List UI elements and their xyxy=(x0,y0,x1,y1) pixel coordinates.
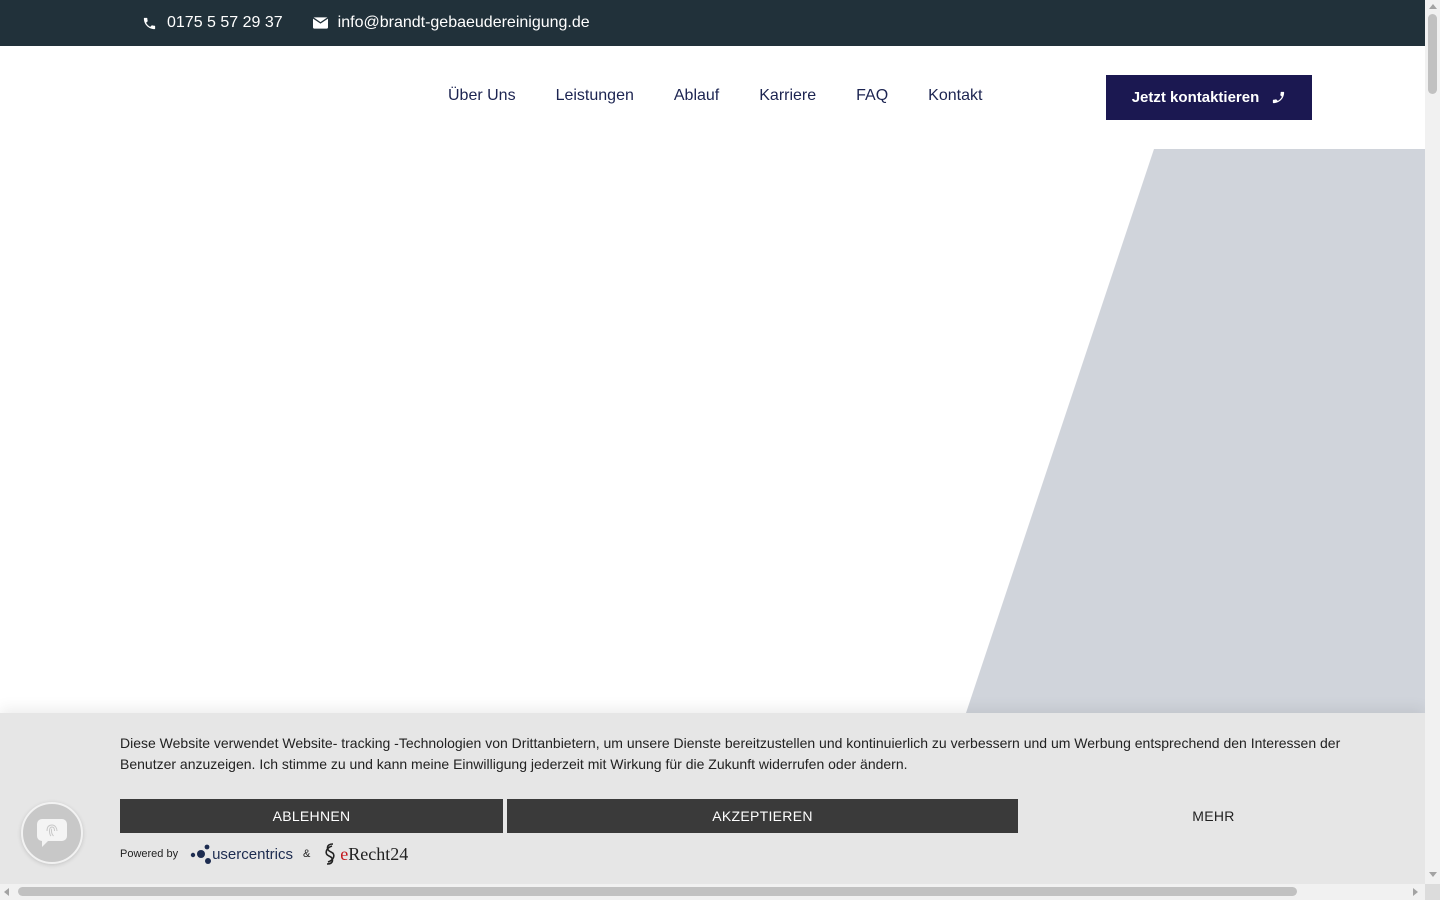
erecht24-logo[interactable]: e Recht24 xyxy=(320,842,408,866)
phone-icon xyxy=(1273,91,1285,104)
more-button[interactable]: MEHR xyxy=(1022,799,1405,833)
phone-link[interactable]: 0175 5 57 29 37 xyxy=(142,14,283,32)
usercentrics-wordmark: usercentrics xyxy=(212,845,293,863)
site-header: Über Uns Leistungen Ablauf Karriere FAQ … xyxy=(0,46,1425,149)
hero-decorative-shape xyxy=(966,149,1425,713)
cookie-message: Diese Website verwendet Website- trackin… xyxy=(120,735,1341,772)
fingerprint-icon xyxy=(37,819,67,847)
scroll-right-icon[interactable] xyxy=(1413,888,1418,896)
contact-cta-label: Jetzt kontaktieren xyxy=(1131,89,1260,106)
ampersand: & xyxy=(302,848,311,860)
cookie-banner: Diese Website verwendet Website- trackin… xyxy=(0,713,1425,884)
nav-item-leistungen[interactable]: Leistungen xyxy=(556,87,634,105)
scrollbar-corner xyxy=(1425,884,1440,900)
hero-section xyxy=(0,149,1425,713)
email-address: info@brandt-gebaeudereinigung.de xyxy=(337,14,590,31)
vertical-scrollbar[interactable] xyxy=(1425,0,1440,884)
page: 0175 5 57 29 37 info@brandt-gebaeuderein… xyxy=(0,0,1440,900)
nav-item-karriere[interactable]: Karriere xyxy=(759,87,816,105)
accept-button[interactable]: AKZEPTIEREN xyxy=(507,799,1018,833)
contact-cta-button[interactable]: Jetzt kontaktieren xyxy=(1106,75,1312,120)
scroll-up-icon[interactable] xyxy=(1429,4,1437,9)
nav-item-kontakt[interactable]: Kontakt xyxy=(928,87,982,105)
hero-shape-polygon xyxy=(966,149,1425,713)
contact-bar: 0175 5 57 29 37 info@brandt-gebaeuderein… xyxy=(0,0,1425,46)
vertical-scroll-thumb[interactable] xyxy=(1428,14,1437,94)
nav-item-faq[interactable]: FAQ xyxy=(856,87,888,105)
usercentrics-dots-icon xyxy=(190,844,212,864)
erecht24-e: e xyxy=(340,843,349,864)
usercentrics-logo[interactable]: usercentrics xyxy=(190,843,293,865)
email-link[interactable]: info@brandt-gebaeudereinigung.de xyxy=(312,14,590,32)
horizontal-scrollbar[interactable] xyxy=(0,884,1425,900)
decline-button[interactable]: ABLEHNEN xyxy=(120,799,503,833)
privacy-settings-button[interactable] xyxy=(21,802,83,864)
scroll-down-icon[interactable] xyxy=(1429,872,1437,877)
section-sign-icon xyxy=(325,843,335,865)
nav-item-ueber-uns[interactable]: Über Uns xyxy=(448,87,516,105)
powered-by-label: Powered by xyxy=(120,848,179,860)
erecht24-wordmark: Recht24 xyxy=(348,843,409,864)
scroll-left-icon[interactable] xyxy=(4,888,9,896)
nav-item-ablauf[interactable]: Ablauf xyxy=(674,87,719,105)
envelope-icon xyxy=(312,17,328,29)
horizontal-scroll-thumb[interactable] xyxy=(18,887,1297,896)
main-nav: Über Uns Leistungen Ablauf Karriere FAQ … xyxy=(448,87,1022,105)
powered-by-row: Powered by usercentrics & e Recht24 xyxy=(120,839,408,869)
phone-number: 0175 5 57 29 37 xyxy=(167,14,283,31)
phone-icon xyxy=(143,17,156,29)
